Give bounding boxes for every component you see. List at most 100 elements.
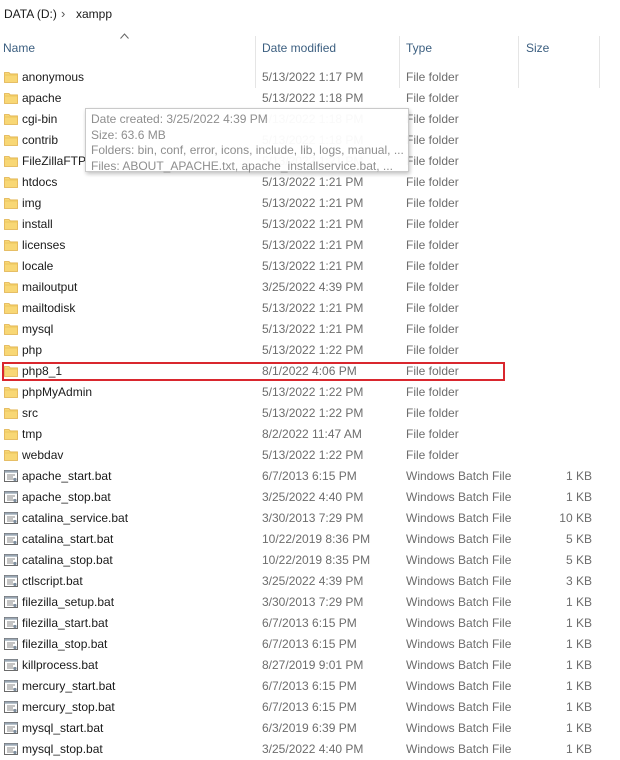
folder-icon bbox=[4, 301, 18, 315]
file-size: 1 KB bbox=[565, 616, 592, 630]
batch-file-icon bbox=[4, 700, 18, 714]
file-type: Windows Batch File bbox=[406, 742, 512, 756]
file-date-modified: 6/7/2013 6:15 PM bbox=[262, 616, 357, 630]
folder-row[interactable]: mysql 5/13/2022 1:21 PM File folder bbox=[0, 319, 620, 340]
folder-icon bbox=[4, 385, 18, 399]
file-row[interactable]: mercury_start.bat 6/7/2013 6:15 PM Windows… bbox=[0, 676, 620, 697]
file-name: php bbox=[22, 343, 43, 357]
column-size[interactable]: Size bbox=[526, 41, 549, 55]
folder-row[interactable]: webdav 5/13/2022 1:22 PM File folder bbox=[0, 445, 620, 466]
file-row[interactable]: apache_start.bat 6/7/2013 6:15 PM Windows … bbox=[0, 466, 620, 487]
file-date-modified: 5/13/2022 1:21 PM bbox=[262, 259, 364, 273]
file-row[interactable]: killprocess.bat 8/27/2019 9:01 PM Windows … bbox=[0, 655, 620, 676]
file-name: mysql bbox=[22, 322, 54, 336]
folder-row[interactable]: mailtodisk 5/13/2022 1:21 PM File folder bbox=[0, 298, 620, 319]
file-name: ctlscript.bat bbox=[22, 574, 83, 588]
file-row[interactable]: filezilla_stop.bat 6/7/2013 6:15 PM Window… bbox=[0, 634, 620, 655]
breadcrumb-drive[interactable]: DATA (D:) bbox=[4, 7, 57, 21]
folder-row[interactable]: src 5/13/2022 1:22 PM File folder bbox=[0, 403, 620, 424]
folder-icon bbox=[4, 427, 18, 441]
file-size: 1 KB bbox=[565, 721, 592, 735]
file-name: apache bbox=[22, 91, 62, 105]
tooltip-date-created: Date created: 3/25/2022 4:39 PM bbox=[91, 112, 268, 126]
file-name: anonymous bbox=[22, 70, 85, 84]
file-date-modified: 5/13/2022 1:21 PM bbox=[262, 175, 364, 189]
file-row[interactable]: mysql_start.bat 6/3/2019 6:39 PM Windows B… bbox=[0, 718, 620, 739]
file-type: File folder bbox=[406, 280, 459, 294]
file-name: install bbox=[22, 217, 53, 231]
folder-row[interactable]: locale 5/13/2022 1:21 PM File folder bbox=[0, 256, 620, 277]
file-type: File folder bbox=[406, 448, 459, 462]
batch-file-icon bbox=[4, 658, 18, 672]
folder-icon bbox=[4, 406, 18, 420]
file-date-modified: 3/25/2022 4:40 PM bbox=[262, 742, 364, 756]
file-date-modified: 5/13/2022 1:22 PM bbox=[262, 406, 364, 420]
file-type: File folder bbox=[406, 343, 459, 357]
folder-icon bbox=[4, 154, 18, 168]
file-type: Windows Batch File bbox=[406, 553, 512, 567]
file-name: killprocess.bat bbox=[22, 658, 99, 672]
file-date-modified: 5/13/2022 1:21 PM bbox=[262, 301, 364, 315]
file-row[interactable]: filezilla_setup.bat 3/30/2013 7:29 PM Wind… bbox=[0, 592, 620, 613]
file-type: Windows Batch File bbox=[406, 469, 512, 483]
file-type: Windows Batch File bbox=[406, 574, 512, 588]
file-type: Windows Batch File bbox=[406, 490, 512, 504]
file-type: Windows Batch File bbox=[406, 700, 512, 714]
file-row[interactable]: ctlscript.bat 3/25/2022 4:39 PM Windows Ba… bbox=[0, 571, 620, 592]
file-size: 5 KB bbox=[565, 553, 592, 567]
column-type[interactable]: Type bbox=[406, 41, 432, 55]
file-row[interactable]: catalina_stop.bat 10/22/2019 8:35 PM Windo… bbox=[0, 550, 620, 571]
folder-row[interactable]: anonymous 5/13/2022 1:17 PM File folder bbox=[0, 67, 620, 88]
file-type: File folder bbox=[406, 196, 459, 210]
batch-file-icon bbox=[4, 679, 18, 693]
file-row[interactable]: mysql_stop.bat 3/25/2022 4:40 PM Windows B… bbox=[0, 739, 620, 760]
file-name: apache_start.bat bbox=[22, 469, 112, 483]
column-name[interactable]: Name bbox=[3, 41, 35, 55]
file-type: Windows Batch File bbox=[406, 658, 512, 672]
folder-icon bbox=[4, 343, 18, 357]
folder-icon bbox=[4, 175, 18, 189]
file-row[interactable]: apache_stop.bat 3/25/2022 4:40 PM Windows … bbox=[0, 487, 620, 508]
folder-row[interactable]: mailoutput 3/25/2022 4:39 PM File folder bbox=[0, 277, 620, 298]
folder-row[interactable]: phpMyAdmin 5/13/2022 1:22 PM File folder bbox=[0, 382, 620, 403]
file-size: 5 KB bbox=[565, 532, 592, 546]
file-row[interactable]: filezilla_start.bat 6/7/2013 6:15 PM Windo… bbox=[0, 613, 620, 634]
folder-row[interactable]: apache 5/13/2022 1:18 PM File folder bbox=[0, 88, 620, 109]
file-date-modified: 10/22/2019 8:35 PM bbox=[262, 553, 371, 567]
breadcrumb-folder[interactable]: xampp bbox=[76, 7, 112, 21]
folder-icon bbox=[4, 322, 18, 336]
file-type: Windows Batch File bbox=[406, 595, 512, 609]
file-row[interactable]: mercury_stop.bat 6/7/2013 6:15 PM Windows … bbox=[0, 697, 620, 718]
file-type: File folder bbox=[406, 133, 459, 147]
file-name: FileZillaFTP bbox=[22, 154, 87, 168]
folder-row[interactable]: install 5/13/2022 1:21 PM File folder bbox=[0, 214, 620, 235]
folder-row[interactable]: tmp 8/2/2022 11:47 AM File folder bbox=[0, 424, 620, 445]
file-type: Windows Batch File bbox=[406, 616, 512, 630]
file-date-modified: 10/22/2019 8:36 PM bbox=[262, 532, 371, 546]
tooltip-size: Size: 63.6 MB bbox=[91, 127, 166, 142]
file-size: 3 KB bbox=[565, 574, 592, 588]
file-name: catalina_start.bat bbox=[22, 532, 114, 546]
sort-ascending-icon bbox=[120, 31, 129, 41]
file-size: 1 KB bbox=[565, 658, 592, 672]
file-date-modified: 5/13/2022 1:22 PM bbox=[262, 448, 364, 462]
folder-row[interactable]: img 5/13/2022 1:21 PM File folder bbox=[0, 193, 620, 214]
file-name: mailtodisk bbox=[22, 301, 76, 315]
file-date-modified: 8/2/2022 11:47 AM bbox=[262, 427, 362, 441]
file-name: filezilla_stop.bat bbox=[22, 637, 108, 651]
file-row[interactable]: catalina_service.bat 3/30/2013 7:29 PM Win… bbox=[0, 508, 620, 529]
file-type: File folder bbox=[406, 385, 459, 399]
batch-file-icon bbox=[4, 595, 18, 609]
file-type: File folder bbox=[406, 427, 459, 441]
batch-file-icon bbox=[4, 742, 18, 756]
column-date-modified[interactable]: Date modified bbox=[262, 41, 336, 55]
file-type: File folder bbox=[406, 154, 459, 168]
folder-row[interactable]: php 5/13/2022 1:22 PM File folder bbox=[0, 340, 620, 361]
file-row[interactable]: catalina_start.bat 10/22/2019 8:36 PM Wind… bbox=[0, 529, 620, 550]
file-date-modified: 6/7/2013 6:15 PM bbox=[262, 700, 357, 714]
file-date-modified: 6/7/2013 6:15 PM bbox=[262, 469, 357, 483]
folder-icon bbox=[4, 259, 18, 273]
folder-row[interactable]: htdocs 5/13/2022 1:21 PM File folder bbox=[0, 172, 620, 193]
folder-row[interactable]: licenses 5/13/2022 1:21 PM File folder bbox=[0, 235, 620, 256]
chevron-right-icon[interactable]: › bbox=[61, 6, 65, 21]
